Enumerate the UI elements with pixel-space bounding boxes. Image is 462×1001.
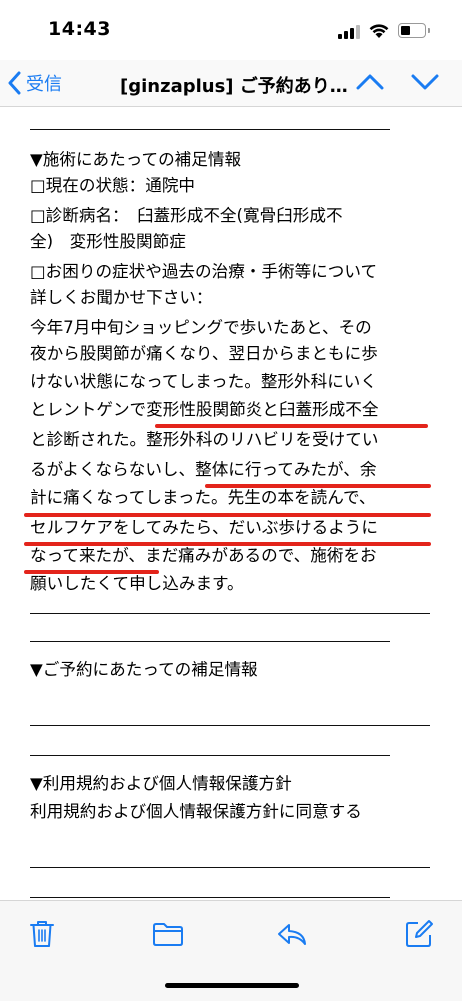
body-line: なって来たが、まだ痛みがあるので、施術をお <box>30 546 377 565</box>
body-line: とレントゲンで変形性股関節炎と臼蓋形成不全 <box>30 400 379 419</box>
status-time: 14:43 <box>48 18 111 40</box>
body-line: けない状態になってしまった。整形外科にいく <box>30 372 377 391</box>
body-line: 夜から股関節が痛くなり、翌日からまともに歩 <box>30 344 378 363</box>
red-underline <box>155 424 428 428</box>
divider <box>30 613 430 614</box>
body-line: 今年7月中旬ショッピングで歩いたあと、その <box>30 318 372 337</box>
down-arrow-icon[interactable] <box>410 71 440 93</box>
status-bar: 14:43 <box>0 0 462 60</box>
body-line: るがよくならないし、整体に行ってみたが、余 <box>30 460 377 479</box>
divider <box>30 897 390 898</box>
body-line: □現在の状態：通院中 <box>30 176 196 195</box>
navigation-bar: 受信 [ginzaplus] ご予約あり… <box>0 60 462 107</box>
red-underline <box>24 570 159 574</box>
folder-icon[interactable] <box>152 921 184 947</box>
trash-icon[interactable] <box>28 919 56 949</box>
battery-icon <box>398 23 430 38</box>
body-line: □お困りの症状や過去の治療・手術等について <box>30 262 378 281</box>
divider <box>30 129 390 130</box>
body-line: と診断された。整形外科のリハビリを受けてい <box>30 430 379 449</box>
body-line: 詳しくお聞かせ下さい： <box>30 288 213 307</box>
red-underline <box>205 484 431 488</box>
signal-icon <box>338 25 362 39</box>
red-underline <box>24 542 431 546</box>
reply-icon[interactable] <box>276 921 308 947</box>
back-label: 受信 <box>26 74 62 95</box>
divider <box>30 725 430 726</box>
divider <box>30 641 390 642</box>
email-body[interactable]: ▼施術にあたっての補足情報 □現在の状態：通院中 □診断病名： 臼蓋形成不全(寛… <box>0 107 462 900</box>
back-button[interactable]: 受信 <box>8 70 62 96</box>
section-heading: ▼利用規約および個人情報保護方針 <box>30 774 292 793</box>
body-line: 計に痛くなってしまった。先生の本を読んで、 <box>30 488 376 507</box>
body-line: 利用規約および個人情報保護方針に同意する <box>30 802 362 821</box>
wifi-icon <box>369 24 389 38</box>
body-line: 願いしたくて申し込みます。 <box>30 574 244 593</box>
body-line: 全) 変形性股関節症 <box>30 232 186 251</box>
compose-icon[interactable] <box>404 919 434 949</box>
red-underline <box>24 513 431 517</box>
divider <box>30 755 390 756</box>
back-chevron-icon <box>8 71 21 95</box>
message-subject-title: [ginzaplus] ご予約あり… <box>120 76 348 97</box>
home-indicator <box>165 983 299 988</box>
up-arrow-icon[interactable] <box>355 71 385 93</box>
section-heading: ▼施術にあたっての補足情報 <box>30 150 242 169</box>
section-heading: ▼ご予約にあたっての補足情報 <box>30 660 258 679</box>
body-line: セルフケアをしてみたら、だいぶ歩けるように <box>30 518 378 537</box>
divider <box>30 867 430 868</box>
body-line: □診断病名： 臼蓋形成不全(寛骨臼形成不 <box>30 206 343 225</box>
